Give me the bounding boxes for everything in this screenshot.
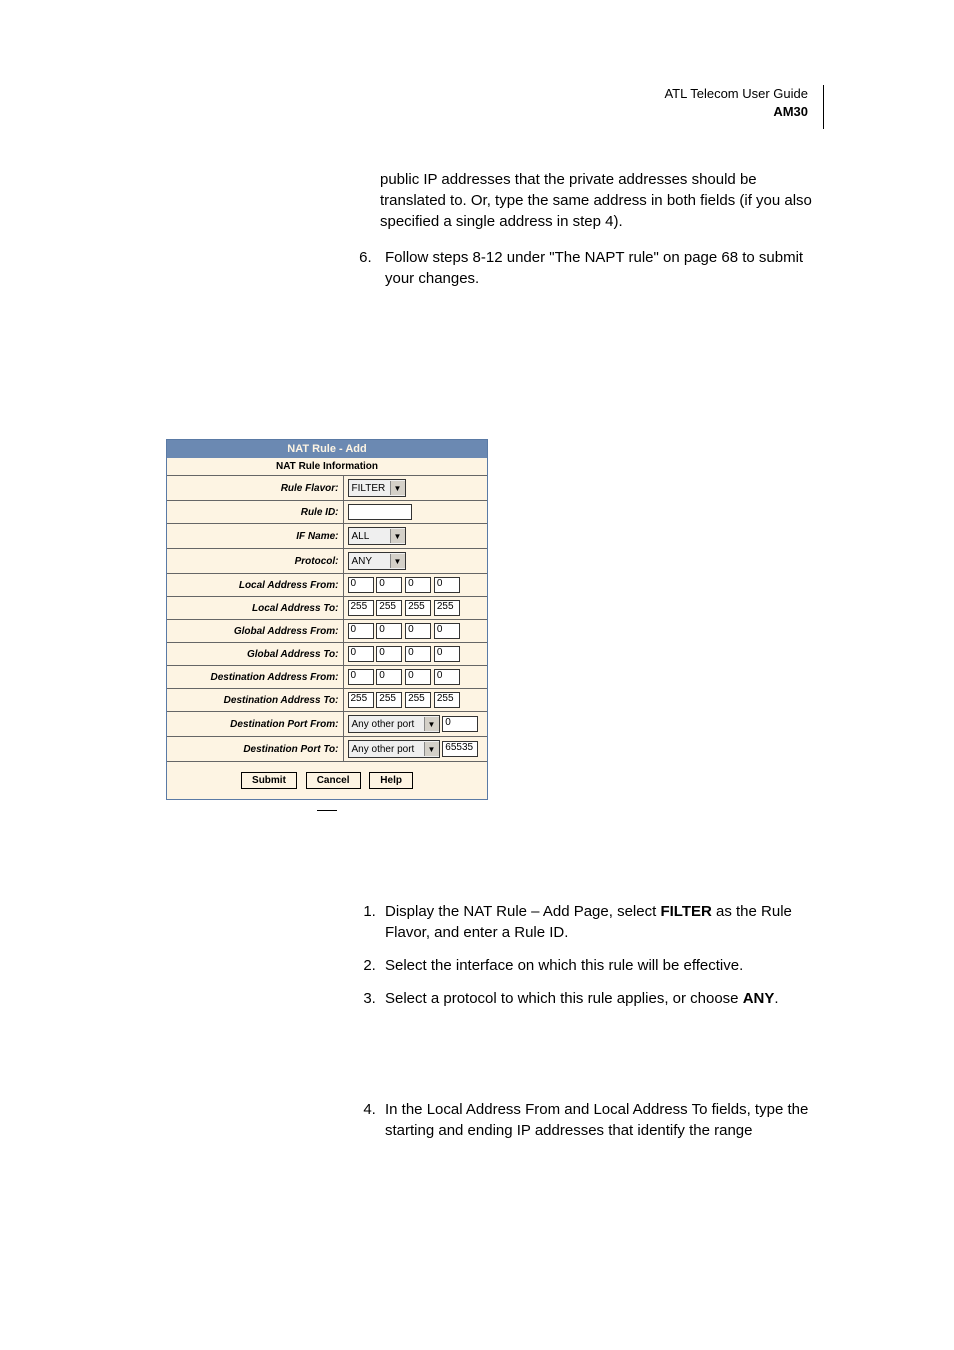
document-page: ATL Telecom User Guide AM30 public IP ad… [0,0,954,1216]
ip-octet-input[interactable]: 255 [376,600,402,616]
ip-octet-input[interactable]: 255 [348,692,374,708]
header-text: ATL Telecom User Guide AM30 [664,85,824,129]
ip-octet-input[interactable]: 0 [376,577,402,593]
button-row: Submit Cancel Help [167,762,487,799]
ip-octet-input[interactable]: 0 [376,669,402,685]
ip-octet-input[interactable]: 0 [434,577,460,593]
dport-from-input[interactable]: 0 [442,716,478,732]
ip-octet-input[interactable]: 0 [405,646,431,662]
chevron-down-icon: ▼ [424,717,439,731]
ip-octet-input[interactable]: 255 [376,692,402,708]
rule-flavor-label: Rule Flavor: [167,476,343,501]
chevron-down-icon: ▼ [390,554,405,568]
ip-octet-input[interactable]: 0 [405,577,431,593]
protocol-select[interactable]: ANY ▼ [348,552,406,570]
step-2: Select the interface on which this rule … [380,955,824,976]
rule-id-input[interactable] [348,504,412,520]
figure-container: NAT Rule - Add NAT Rule Information Rule… [130,439,824,800]
guide-title: ATL Telecom User Guide [664,86,808,101]
step-4: In the Local Address From and Local Addr… [380,1099,824,1141]
rule-id-label: Rule ID: [167,501,343,524]
step-list-continued: Follow steps 8-12 under "The NAPT rule" … [350,247,824,289]
local-from-label: Local Address From: [167,574,343,597]
step-list: Display the NAT Rule – Add Page, select … [350,901,824,1141]
dport-to-label: Destination Port To: [167,737,343,762]
submit-button[interactable]: Submit [241,772,297,789]
dialog-title: NAT Rule - Add [167,440,487,458]
chevron-down-icon: ▼ [390,481,405,495]
ip-octet-input[interactable]: 0 [434,669,460,685]
if-name-select[interactable]: ALL ▼ [348,527,406,545]
ip-octet-input[interactable]: 0 [348,623,374,639]
ip-octet-input[interactable]: 0 [376,623,402,639]
dest-to-label: Destination Address To: [167,689,343,712]
dport-from-label: Destination Port From: [167,712,343,737]
dialog-subtitle: NAT Rule Information [167,458,487,476]
nat-rule-table: Rule Flavor: FILTER ▼ Rule ID: [167,476,487,762]
if-name-label: IF Name: [167,524,343,549]
ip-octet-input[interactable]: 255 [348,600,374,616]
model-number: AM30 [773,104,808,119]
step-3: Select a protocol to which this rule app… [380,988,824,1009]
ip-octet-input[interactable]: 255 [405,600,431,616]
global-to-label: Global Address To: [167,643,343,666]
ip-octet-input[interactable]: 0 [376,646,402,662]
ip-octet-input[interactable]: 0 [434,646,460,662]
nat-rule-dialog: NAT Rule - Add NAT Rule Information Rule… [166,439,488,800]
local-to-label: Local Address To: [167,597,343,620]
step-1: Display the NAT Rule – Add Page, select … [380,901,824,943]
rule-flavor-select[interactable]: FILTER ▼ [348,479,406,497]
chevron-down-icon: ▼ [424,742,439,756]
protocol-label: Protocol: [167,549,343,574]
global-from-label: Global Address From: [167,620,343,643]
ip-octet-input[interactable]: 0 [348,646,374,662]
continuation-paragraph: public IP addresses that the private add… [380,169,824,232]
dest-from-label: Destination Address From: [167,666,343,689]
ip-octet-input[interactable]: 0 [405,623,431,639]
ip-octet-input[interactable]: 255 [434,600,460,616]
ip-octet-input[interactable]: 255 [434,692,460,708]
ip-octet-input[interactable]: 0 [405,669,431,685]
page-header: ATL Telecom User Guide AM30 [130,85,824,129]
ip-octet-input[interactable]: 0 [348,577,374,593]
dport-to-select[interactable]: Any other port ▼ [348,740,440,758]
ip-octet-input[interactable]: 255 [405,692,431,708]
dport-to-input[interactable]: 65535 [442,741,478,757]
chevron-down-icon: ▼ [390,529,405,543]
cancel-button[interactable]: Cancel [306,772,361,789]
help-button[interactable]: Help [369,772,413,789]
step-6: Follow steps 8-12 under "The NAPT rule" … [380,247,824,289]
figure-caption-rule [0,810,824,811]
ip-octet-input[interactable]: 0 [434,623,460,639]
dport-from-select[interactable]: Any other port ▼ [348,715,440,733]
ip-octet-input[interactable]: 0 [348,669,374,685]
